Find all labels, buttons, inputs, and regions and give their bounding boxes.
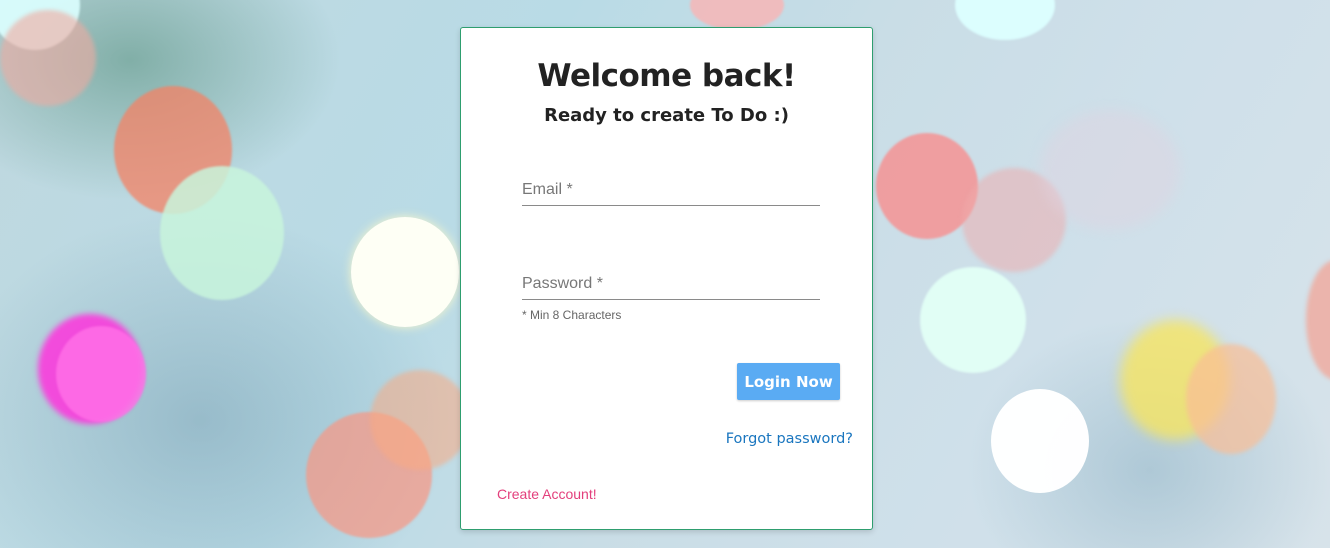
password-hint: * Min 8 Characters	[522, 308, 622, 322]
page-title: Welcome back!	[537, 58, 796, 94]
bokeh-light	[370, 370, 470, 470]
bokeh-light	[160, 166, 284, 300]
page-subtitle: Ready to create To Do :)	[544, 105, 789, 126]
password-field[interactable]	[522, 269, 820, 300]
bokeh-light	[0, 10, 96, 106]
bokeh-light	[955, 0, 1055, 40]
bokeh-light	[690, 0, 784, 30]
login-card: Welcome back! Ready to create To Do :) *…	[460, 27, 873, 530]
create-account-link[interactable]: Create Account!	[497, 486, 597, 502]
forgot-password-link[interactable]: Forgot password?	[726, 431, 853, 447]
bokeh-light	[351, 217, 459, 327]
bokeh-light	[1306, 260, 1330, 380]
login-button[interactable]: Login Now	[737, 363, 840, 400]
bokeh-light	[1186, 344, 1276, 454]
bokeh-light	[991, 389, 1089, 493]
bokeh-light	[56, 326, 146, 422]
bokeh-light	[920, 267, 1026, 373]
bokeh-light	[1040, 110, 1180, 230]
email-field[interactable]	[522, 175, 820, 206]
